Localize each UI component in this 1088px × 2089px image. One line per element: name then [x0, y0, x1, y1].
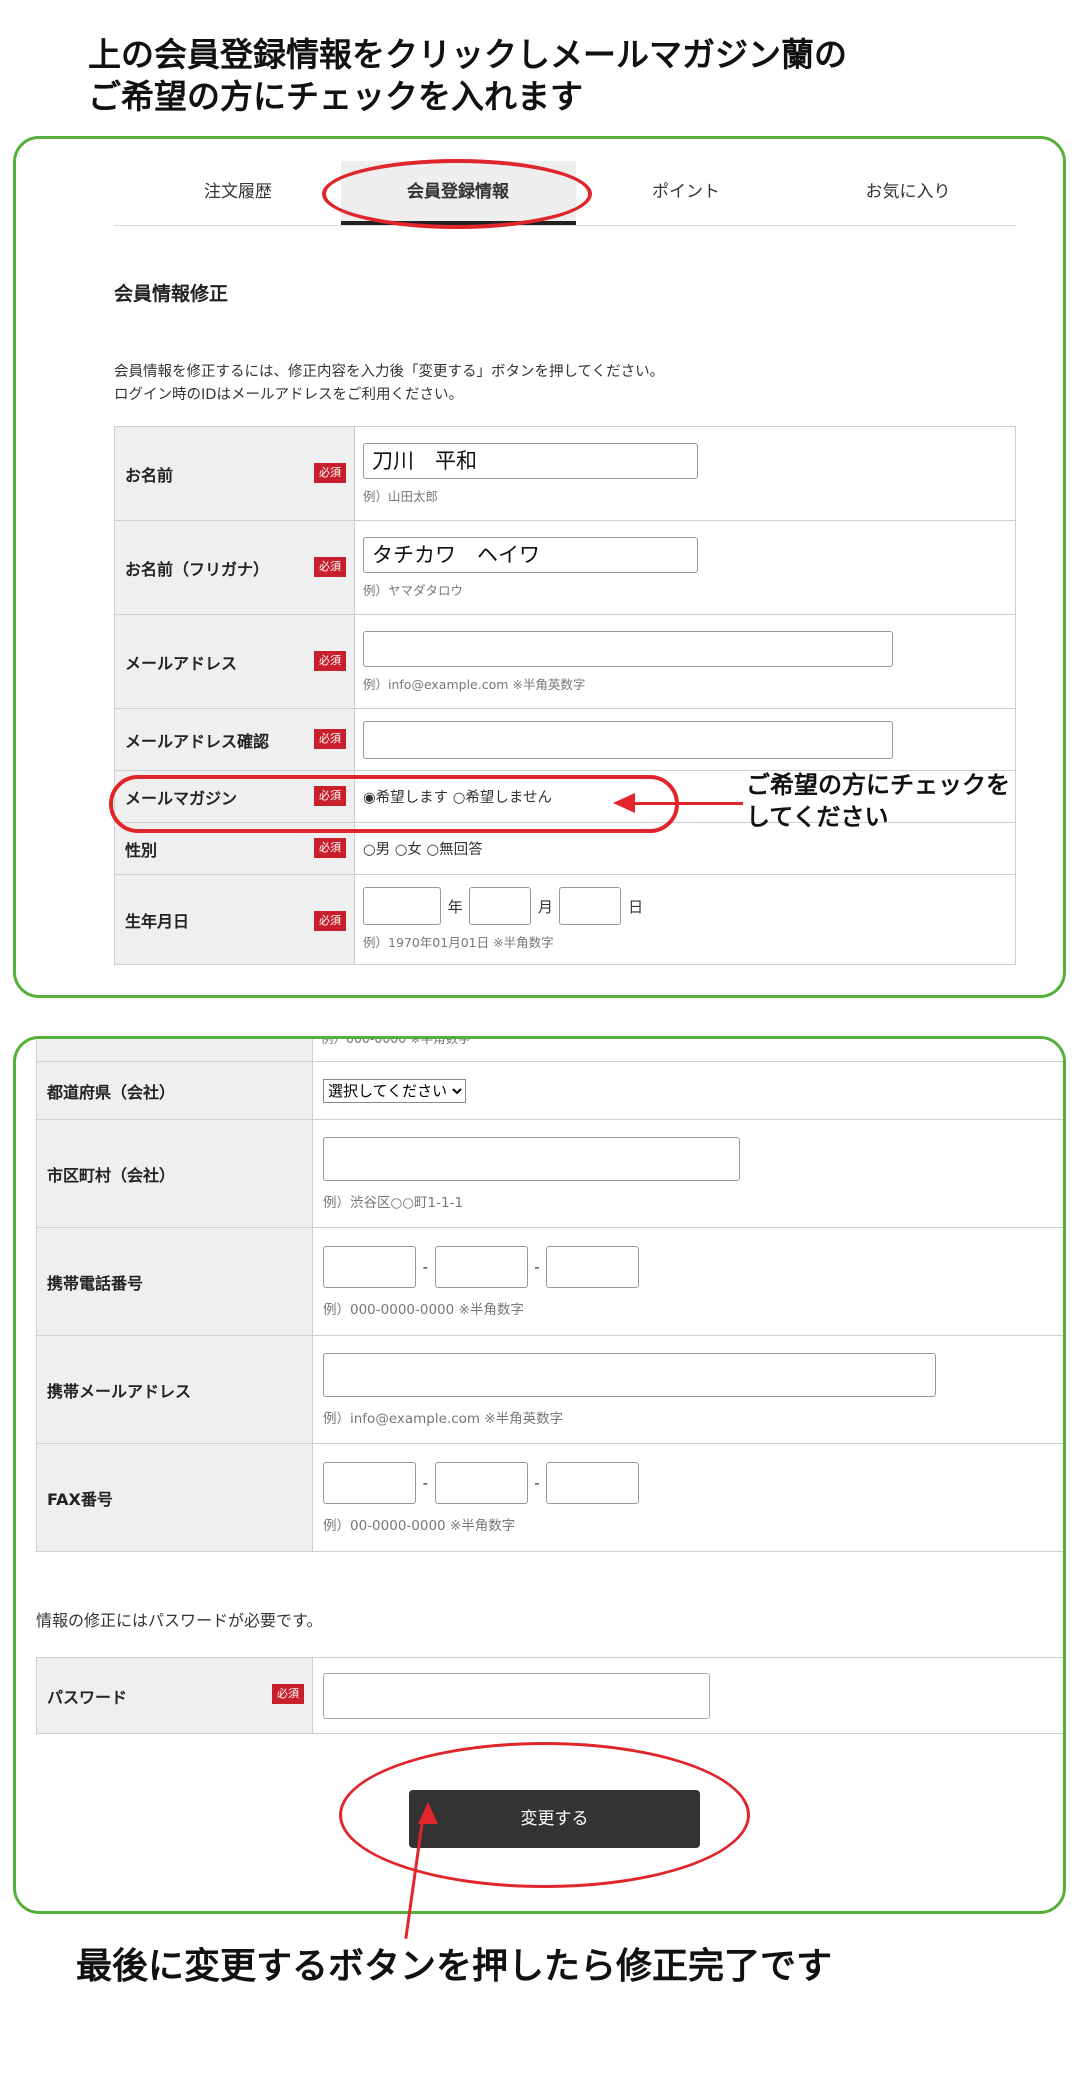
form-row-city: 市区町村（会社） 例）渋谷区○○町1-1-1 — [36, 1119, 1063, 1228]
birthday-label: 生年月日 — [125, 911, 190, 931]
fax-hint: 例）00-0000-0000 ※半角数字 — [323, 1517, 516, 1534]
email-confirm-label: メールアドレス確認 — [125, 731, 270, 751]
fax-input-1[interactable] — [323, 1461, 416, 1504]
birthday-hint: 例）1970年01月01日 ※半角数字 — [363, 935, 554, 950]
highlight-ellipse-tab — [322, 159, 592, 229]
cut-hint: 例）000-0000 ※半角数字 — [321, 1036, 471, 1046]
mobile-separator: - — [422, 1257, 429, 1276]
year-label: 年 — [447, 897, 463, 916]
arrow-up-icon — [418, 1802, 438, 1824]
highlight-ellipse-submit — [339, 1742, 750, 1888]
gender-radio-male[interactable]: ○男 — [363, 842, 390, 858]
side-annotation-line-2: してください — [746, 803, 889, 831]
birth-day-input[interactable] — [559, 887, 622, 925]
name-hint: 例）山田太郎 — [363, 488, 439, 504]
city-input[interactable] — [323, 1136, 740, 1181]
required-badge: 必須 — [314, 911, 346, 931]
mobile-label: 携帯電話番号 — [47, 1273, 144, 1293]
day-label: 日 — [628, 897, 644, 916]
required-badge: 必須 — [314, 651, 346, 671]
password-label: パスワード — [47, 1687, 128, 1707]
description-line-2: ログイン時のIDはメールアドレスをご利用ください。 — [114, 387, 463, 403]
kana-hint: 例）ヤマダタロウ — [363, 582, 464, 598]
highlight-ellipse-magazine — [109, 775, 679, 833]
email-label: メールアドレス — [125, 653, 238, 673]
mobile-separator: - — [534, 1257, 540, 1276]
member-form-table: お名前 必須 刀川 平和 例）山田太郎 お名前（フリガナ） 必須 タチカワ ヘイ… — [114, 426, 1016, 965]
side-annotation: ご希望の方にチェックを してください — [746, 769, 1010, 833]
password-input[interactable] — [323, 1672, 710, 1719]
email-input[interactable] — [363, 630, 893, 667]
email-hint: 例）info@example.com ※半角英数字 — [363, 676, 586, 692]
form-row-email-confirm: メールアドレス確認 必須 — [114, 708, 1016, 771]
tab-points[interactable]: ポイント — [596, 177, 776, 202]
required-badge: 必須 — [272, 1684, 304, 1704]
gender-label: 性別 — [125, 840, 158, 860]
instruction-heading: 上の会員登録情報をクリックしメールマガジン蘭の ご希望の方にチェックを入れます — [88, 34, 847, 118]
required-badge: 必須 — [314, 838, 346, 858]
password-note: 情報の修正にはパスワードが必要です。 — [36, 1611, 323, 1630]
description-line-1: 会員情報を修正するには、修正内容を入力後「変更する」ボタンを押してください。 — [114, 364, 665, 380]
fax-label: FAX番号 — [47, 1489, 113, 1509]
form-row-mobile: 携帯電話番号 - - 例）000-0000-0000 ※半角数字 — [36, 1227, 1063, 1336]
mobile-mail-hint: 例）info@example.com ※半角英数字 — [323, 1410, 564, 1427]
fax-separator: - — [422, 1473, 429, 1492]
mobile-input-1[interactable] — [323, 1245, 416, 1288]
tab-order-history[interactable]: 注文履歴 — [148, 177, 328, 202]
required-badge: 必須 — [314, 557, 346, 577]
city-label: 市区町村（会社） — [47, 1165, 176, 1185]
bottom-instruction: 最後に変更するボタンを押したら修正完了です — [76, 1946, 833, 1987]
form-row-name: お名前 必須 刀川 平和 例）山田太郎 — [114, 426, 1016, 521]
screenshot-panel-top: 注文履歴 会員登録情報 ポイント お気に入り 会員情報修正 会員情報を修正するに… — [13, 136, 1066, 998]
birth-month-input[interactable] — [469, 887, 532, 925]
tab-favorites[interactable]: お気に入り — [818, 177, 998, 202]
mobile-input-2[interactable] — [434, 1245, 528, 1288]
email-confirm-input[interactable] — [363, 720, 893, 759]
form-row-fax: FAX番号 - - 例）00-0000-0000 ※半角数字 — [36, 1443, 1063, 1552]
month-label: 月 — [537, 897, 553, 916]
mobile-mail-label: 携帯メールアドレス — [47, 1381, 192, 1401]
tab-divider — [114, 225, 1016, 226]
fax-input-2[interactable] — [434, 1461, 528, 1504]
password-table: パスワード 必須 — [36, 1657, 1063, 1734]
instruction-line-1: 上の会員登録情報をクリックしメールマガジン蘭の — [88, 35, 847, 74]
kana-label: お名前（フリガナ） — [125, 559, 270, 579]
gender-radio-female[interactable]: ○女 — [395, 842, 422, 858]
form-row-cut: 例）000-0000 ※半角数字 — [36, 1036, 1063, 1062]
instruction-line-2: ご希望の方にチェックを入れます — [88, 77, 583, 116]
birth-year-input[interactable] — [363, 887, 441, 925]
gender-radio-none[interactable]: ○無回答 — [427, 842, 483, 858]
form-row-email: メールアドレス 必須 例）info@example.com ※半角英数字 — [114, 614, 1016, 709]
form-row-password: パスワード 必須 — [36, 1657, 1063, 1734]
company-form-table: 例）000-0000 ※半角数字 都道府県（会社） 選択してください 市区町村（… — [36, 1036, 1063, 1552]
required-badge: 必須 — [314, 729, 346, 749]
section-title: 会員情報修正 — [114, 283, 229, 305]
mobile-hint: 例）000-0000-0000 ※半角数字 — [323, 1301, 524, 1318]
side-annotation-line-1: ご希望の方にチェックを — [746, 771, 1010, 799]
form-row-mobile-mail: 携帯メールアドレス 例）info@example.com ※半角英数字 — [36, 1335, 1063, 1444]
prefecture-select[interactable]: 選択してください — [323, 1078, 466, 1103]
kana-input[interactable]: タチカワ ヘイワ — [363, 536, 698, 573]
form-row-prefecture: 都道府県（会社） 選択してください — [36, 1061, 1063, 1120]
arrow-head-icon — [613, 793, 635, 813]
mobile-input-3[interactable] — [546, 1245, 640, 1288]
name-label: お名前 — [125, 465, 174, 485]
name-input[interactable]: 刀川 平和 — [363, 442, 698, 479]
fax-separator: - — [534, 1473, 540, 1492]
fax-input-3[interactable] — [546, 1461, 640, 1504]
form-row-kana: お名前（フリガナ） 必須 タチカワ ヘイワ 例）ヤマダタロウ — [114, 520, 1016, 615]
mobile-mail-input[interactable] — [323, 1352, 936, 1397]
required-badge: 必須 — [314, 463, 346, 483]
prefecture-label: 都道府県（会社） — [47, 1082, 176, 1102]
city-hint: 例）渋谷区○○町1-1-1 — [323, 1194, 464, 1211]
annotation-arrow-shaft — [633, 802, 743, 805]
screenshot-panel-bottom: 例）000-0000 ※半角数字 都道府県（会社） 選択してください 市区町村（… — [13, 1036, 1066, 1914]
form-row-birthday: 生年月日 必須 年 月 日 例）1970年01月01日 ※半角数字 — [114, 874, 1016, 965]
